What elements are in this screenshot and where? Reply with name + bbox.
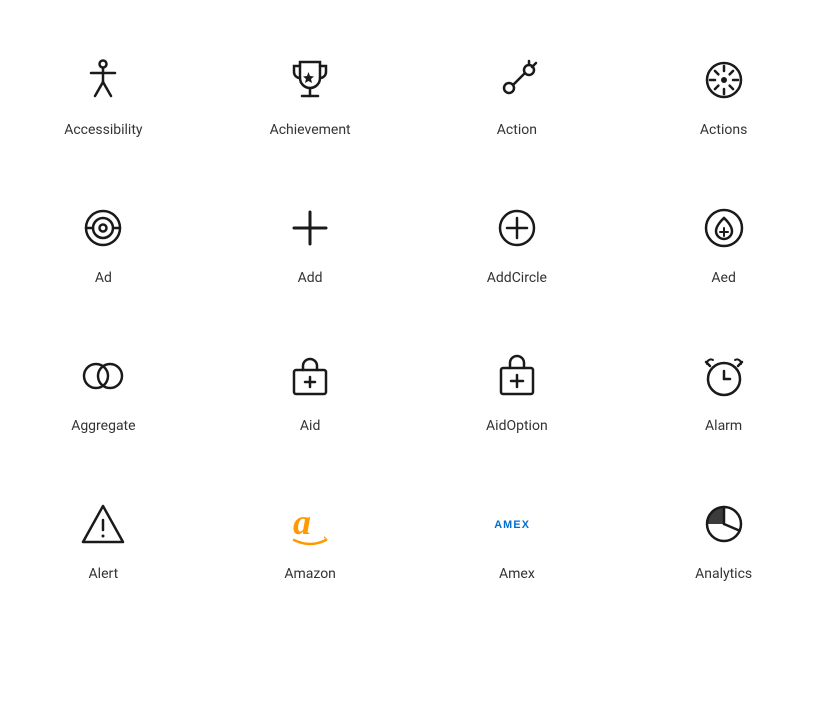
- add-icon: [280, 198, 340, 258]
- actions-icon: [694, 50, 754, 110]
- icon-cell-action[interactable]: Action: [414, 20, 621, 168]
- svg-text:AMEX: AMEX: [494, 519, 530, 531]
- accessibility-icon: [73, 50, 133, 110]
- action-icon: [487, 50, 547, 110]
- achievement-label: Achievement: [270, 122, 351, 138]
- aid-icon: [280, 346, 340, 406]
- icon-cell-aid[interactable]: Aid: [207, 316, 414, 464]
- add-circle-label: AddCircle: [487, 270, 547, 286]
- icon-cell-alert[interactable]: Alert: [0, 464, 207, 612]
- icon-cell-aggregate[interactable]: Aggregate: [0, 316, 207, 464]
- amex-label: Amex: [499, 566, 535, 582]
- aed-label: Aed: [711, 270, 735, 286]
- aggregate-label: Aggregate: [71, 418, 135, 434]
- icon-cell-amex[interactable]: AMEX Amex: [414, 464, 621, 612]
- icon-cell-accessibility[interactable]: Accessibility: [0, 20, 207, 168]
- aid-option-label: AidOption: [486, 418, 548, 434]
- add-circle-icon: [487, 198, 547, 258]
- aed-icon: [694, 198, 754, 258]
- alert-icon: [73, 494, 133, 554]
- accessibility-label: Accessibility: [64, 122, 142, 138]
- icon-cell-aed[interactable]: Aed: [620, 168, 827, 316]
- amex-icon: AMEX: [487, 494, 547, 554]
- icon-cell-alarm[interactable]: Alarm: [620, 316, 827, 464]
- aggregate-icon: [73, 346, 133, 406]
- icon-grid: Accessibility Achievement: [0, 0, 827, 632]
- icon-cell-actions[interactable]: Actions: [620, 20, 827, 168]
- achievement-icon: [280, 50, 340, 110]
- icon-cell-add[interactable]: Add: [207, 168, 414, 316]
- ad-icon: [73, 198, 133, 258]
- ad-label: Ad: [95, 270, 112, 286]
- alarm-label: Alarm: [705, 418, 742, 434]
- aid-option-icon: [487, 346, 547, 406]
- analytics-label: Analytics: [695, 566, 752, 582]
- analytics-icon: [694, 494, 754, 554]
- action-label: Action: [497, 122, 537, 138]
- alarm-icon: [694, 346, 754, 406]
- add-label: Add: [298, 270, 323, 286]
- icon-cell-aid-option[interactable]: AidOption: [414, 316, 621, 464]
- alert-label: Alert: [89, 566, 119, 582]
- icon-cell-ad[interactable]: Ad: [0, 168, 207, 316]
- amazon-label: Amazon: [284, 566, 336, 582]
- icon-cell-achievement[interactable]: Achievement: [207, 20, 414, 168]
- icon-cell-add-circle[interactable]: AddCircle: [414, 168, 621, 316]
- actions-label: Actions: [700, 122, 747, 138]
- svg-text:a: a: [293, 502, 311, 542]
- aid-label: Aid: [300, 418, 320, 434]
- amazon-icon: a: [280, 494, 340, 554]
- icon-cell-amazon[interactable]: a Amazon: [207, 464, 414, 612]
- icon-cell-analytics[interactable]: Analytics: [620, 464, 827, 612]
